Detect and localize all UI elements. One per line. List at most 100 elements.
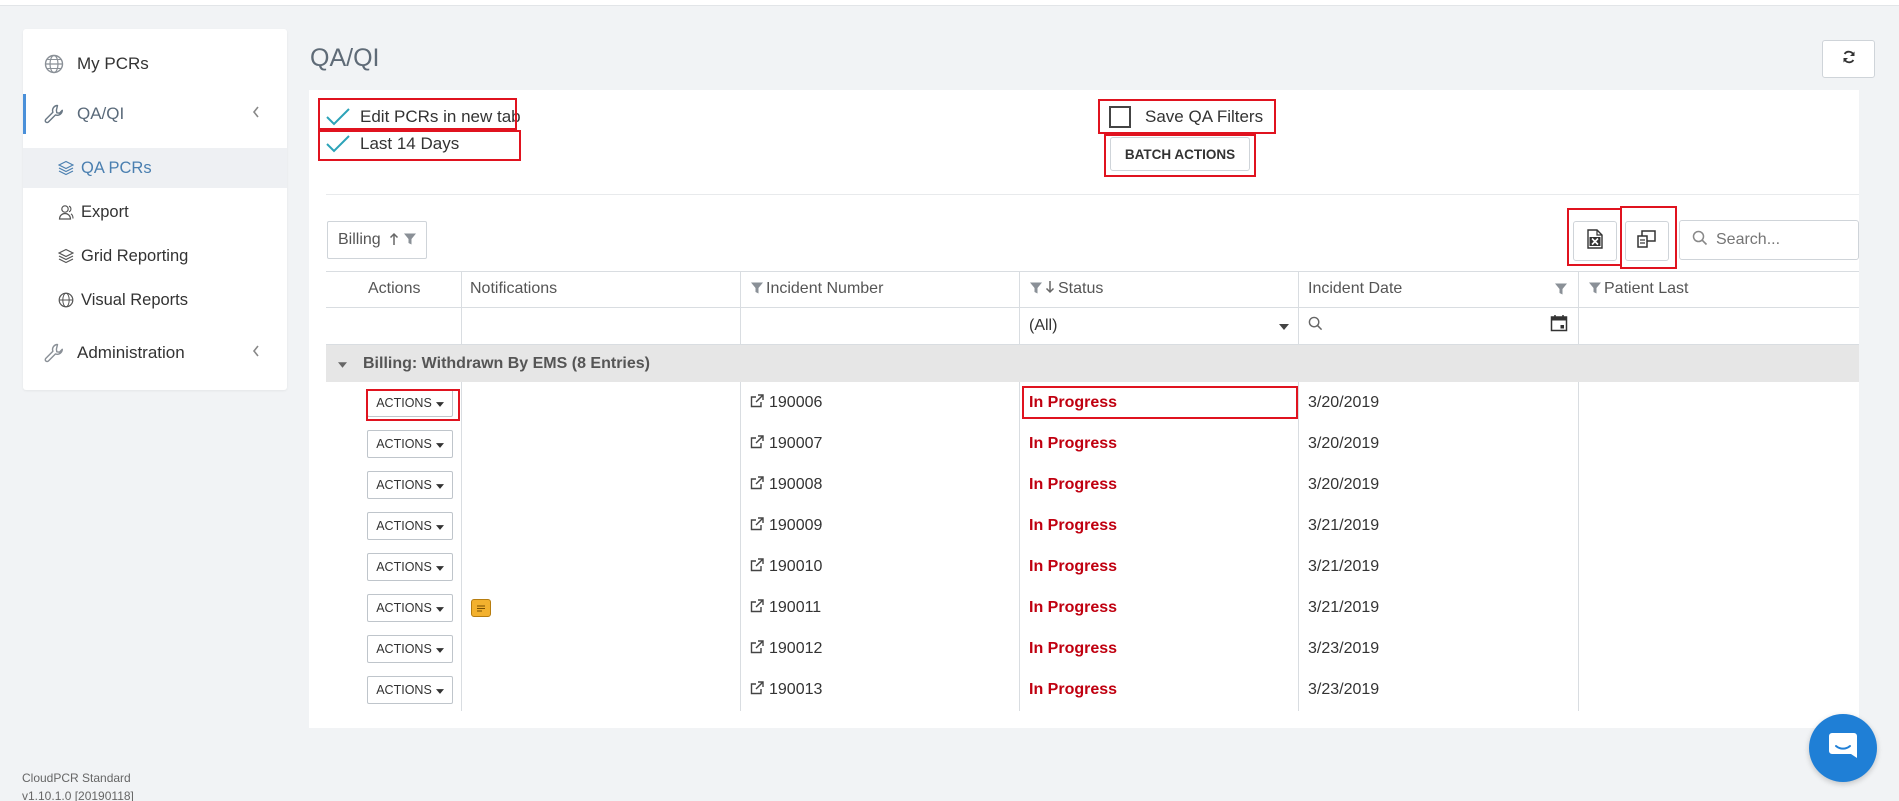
status-filter-select[interactable]: (All) — [1029, 309, 1291, 342]
external-link-icon[interactable] — [750, 599, 764, 616]
actions-label: ACTIONS — [376, 518, 432, 533]
filter-icon[interactable] — [1029, 281, 1043, 298]
table-row[interactable]: ACTIONS 190013 In Progress 3/23/2019 — [326, 669, 1859, 710]
actions-dropdown-button[interactable]: ACTIONS — [367, 675, 453, 704]
table-row[interactable]: ACTIONS 190009 In Progress 3/21/2019 — [326, 505, 1859, 546]
incident-number: 190010 — [769, 557, 823, 575]
group-row[interactable]: Billing: Withdrawn By EMS (8 Entries) — [326, 345, 1859, 382]
actions-label: ACTIONS — [376, 477, 432, 492]
external-link-icon[interactable] — [750, 435, 764, 452]
chat-launcher-button[interactable] — [1809, 714, 1877, 782]
date-filter[interactable] — [1308, 309, 1570, 342]
actions-dropdown-button[interactable]: ACTIONS — [367, 593, 453, 622]
incident-number: 190013 — [769, 680, 823, 698]
wrench-icon — [43, 103, 65, 125]
actions-cell: ACTIONS — [367, 382, 453, 423]
table-row[interactable]: ACTIONS 190010 In Progress 3/21/2019 — [326, 546, 1859, 587]
checkbox[interactable] — [1109, 106, 1131, 128]
refresh-button[interactable] — [1822, 40, 1875, 78]
sort-ascending-icon[interactable] — [389, 232, 399, 249]
sidebar-subitem-grid-reporting[interactable]: Grid Reporting — [23, 236, 287, 276]
sidebar-subitem-qa-pcrs[interactable]: QA PCRs — [23, 148, 287, 188]
product-name: CloudPCR Standard — [22, 771, 131, 785]
column-header-incident-date[interactable]: Incident Date — [1308, 271, 1402, 307]
group-label: Billing: Withdrawn By EMS (8 Entries) — [363, 354, 650, 372]
calendar-icon[interactable] — [1550, 314, 1568, 337]
incident-date-cell: 3/23/2019 — [1308, 639, 1380, 657]
external-link-icon[interactable] — [750, 476, 764, 493]
sidebar-item-label: My PCRs — [77, 54, 149, 73]
export-excel-button[interactable] — [1573, 221, 1617, 261]
actions-cell: ACTIONS — [367, 546, 453, 587]
incident-number-cell[interactable]: 190012 — [750, 628, 822, 669]
filter-icon[interactable] — [750, 281, 764, 298]
caret-down-icon — [435, 478, 444, 492]
group-by-label: Billing — [338, 231, 381, 248]
column-header-label: Patient Last — [1604, 280, 1689, 297]
sidebar-item-label: QA PCRs — [81, 158, 152, 177]
sidebar-item-administration[interactable]: Administration — [23, 333, 287, 373]
actions-cell: ACTIONS — [367, 464, 453, 505]
sidebar-item-my-pcrs[interactable]: My PCRs — [23, 44, 287, 84]
column-chooser-icon — [1637, 229, 1657, 253]
incident-date-cell: 3/23/2019 — [1308, 680, 1380, 698]
search-input[interactable] — [1716, 231, 1846, 249]
sidebar-item-qa-qi[interactable]: QA/QI — [23, 94, 287, 134]
group-by-chip[interactable]: Billing — [327, 221, 427, 259]
sidebar-item-label: Visual Reports — [81, 290, 189, 309]
column-header-actions[interactable]: Actions — [368, 271, 420, 307]
table-row[interactable]: ACTIONS 190012 In Progress 3/23/2019 — [326, 628, 1859, 669]
edit-new-tab-option[interactable]: Edit PCRs in new tab — [324, 106, 521, 128]
table-row[interactable]: ACTIONS 190006 In Progress 3/20/2019 — [326, 382, 1859, 423]
column-header-incident-number[interactable]: Incident Number — [750, 271, 883, 307]
external-link-icon[interactable] — [750, 640, 764, 657]
incident-date-cell: 3/20/2019 — [1308, 393, 1380, 411]
caret-down-icon[interactable] — [338, 355, 347, 373]
column-header-patient-last[interactable]: Patient Last — [1588, 271, 1689, 307]
note-icon[interactable] — [471, 598, 491, 617]
globe-icon — [57, 291, 75, 309]
last-14-days-option[interactable]: Last 14 Days — [324, 133, 459, 155]
filter-icon[interactable] — [1588, 281, 1602, 298]
save-qa-filters-option[interactable]: Save QA Filters — [1109, 106, 1263, 128]
incident-date-cell: 3/21/2019 — [1308, 598, 1380, 616]
incident-number-cell[interactable]: 190008 — [750, 464, 822, 505]
table-row[interactable]: ACTIONS 190007 In Progress 3/20/2019 — [326, 423, 1859, 464]
actions-dropdown-button[interactable]: ACTIONS — [367, 429, 453, 458]
sidebar-item-label: Grid Reporting — [81, 246, 189, 265]
actions-dropdown-button[interactable]: ACTIONS — [367, 634, 453, 663]
incident-number-cell[interactable]: 190006 — [750, 382, 822, 423]
filter-icon[interactable] — [1554, 271, 1568, 307]
actions-dropdown-button[interactable]: ACTIONS — [367, 388, 453, 417]
incident-number: 190012 — [769, 639, 823, 657]
table-row[interactable]: ACTIONS 190011 In Progress 3/21/2019 — [326, 587, 1859, 628]
external-link-icon[interactable] — [750, 681, 764, 698]
column-header-status[interactable]: Status — [1029, 271, 1103, 307]
column-header-notifications[interactable]: Notifications — [470, 271, 557, 307]
incident-date-cell: 3/20/2019 — [1308, 475, 1380, 493]
external-link-icon[interactable] — [750, 394, 764, 411]
incident-number-cell[interactable]: 190010 — [750, 546, 822, 587]
column-chooser-button[interactable] — [1625, 221, 1669, 261]
external-link-icon[interactable] — [750, 517, 764, 534]
caret-down-icon — [435, 642, 444, 656]
filter-icon[interactable] — [403, 232, 417, 249]
table-row[interactable]: ACTIONS 190008 In Progress 3/20/2019 — [326, 464, 1859, 505]
sidebar-subitem-export[interactable]: Export — [23, 192, 287, 232]
incident-number-cell[interactable]: 190009 — [750, 505, 822, 546]
status-cell: In Progress — [1029, 680, 1118, 698]
incident-number-cell[interactable]: 190011 — [750, 587, 821, 628]
batch-actions-button[interactable]: BATCH ACTIONS — [1110, 137, 1250, 171]
incident-number-cell[interactable]: 190013 — [750, 669, 822, 710]
incident-number-cell[interactable]: 190007 — [750, 423, 822, 464]
search-box[interactable] — [1679, 220, 1859, 260]
actions-label: ACTIONS — [376, 600, 432, 615]
actions-dropdown-button[interactable]: ACTIONS — [367, 552, 453, 581]
sidebar-subitem-visual-reports[interactable]: Visual Reports — [23, 280, 287, 320]
actions-dropdown-button[interactable]: ACTIONS — [367, 470, 453, 499]
caret-down-icon — [435, 437, 444, 451]
external-link-icon[interactable] — [750, 558, 764, 575]
actions-dropdown-button[interactable]: ACTIONS — [367, 511, 453, 540]
status-cell: In Progress — [1029, 434, 1118, 452]
grid-border — [326, 307, 1859, 308]
